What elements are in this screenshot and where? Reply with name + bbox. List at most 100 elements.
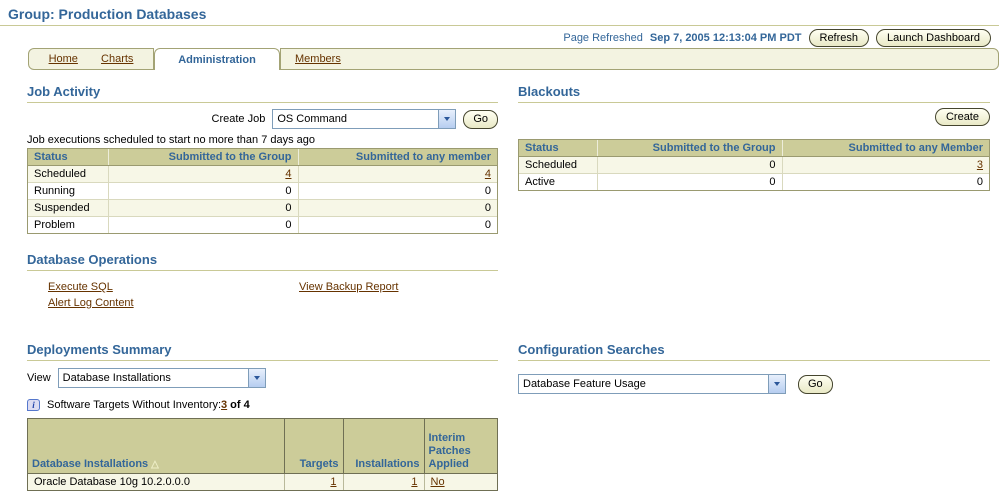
cell-installation-name: Oracle Database 10g 10.2.0.0.0 [28, 473, 284, 490]
cell-group-count: 0 [596, 173, 782, 190]
tab-bar-spacer [0, 48, 28, 70]
installations-count-link[interactable]: 1 [411, 476, 417, 488]
configuration-searches-section: Configuration Searches Database Feature … [518, 342, 990, 394]
tab-bar: Home Charts Administration Members [0, 48, 999, 70]
blackouts-create-row: Create [518, 108, 990, 126]
tab-members[interactable]: Members [295, 53, 341, 65]
cell-member-count: 0 [297, 182, 497, 200]
tab-administration-label: Administration [178, 53, 256, 66]
chevron-down-icon[interactable] [438, 110, 456, 128]
job-activity-title: Job Activity [27, 84, 498, 103]
view-row: View Database Installations [27, 368, 498, 388]
create-job-select[interactable]: OS Command [272, 109, 457, 129]
job-activity-section: Job Activity Create Job OS Command Go Jo… [27, 84, 498, 234]
page-refreshed-label: Page Refreshed [563, 32, 643, 44]
targets-count-link[interactable]: 1 [330, 476, 336, 488]
job-activity-table: Status Submitted to the Group Submitted … [27, 148, 498, 234]
scheduled-group-count-link[interactable]: 4 [285, 168, 291, 180]
configuration-search-go-button[interactable]: Go [798, 374, 833, 394]
deployments-col-name-sort[interactable]: Database Installations △ [28, 419, 284, 474]
job-col-member: Submitted to any member [297, 149, 497, 166]
database-operations-section: Database Operations Execute SQL Alert Lo… [27, 252, 498, 309]
configuration-searches-title: Configuration Searches [518, 342, 990, 361]
info-icon: i [27, 399, 40, 411]
deployments-col-name-label: Database Installations [32, 458, 149, 470]
cell-status: Problem [28, 216, 108, 233]
sort-asc-icon: △ [151, 459, 159, 470]
scheduled-member-count-link[interactable]: 4 [485, 168, 491, 180]
job-col-status: Status [28, 149, 108, 166]
configuration-search-selected-value: Database Feature Usage [523, 378, 646, 390]
cell-group-count: 0 [107, 182, 298, 200]
table-row: Active 0 0 [519, 173, 989, 190]
view-selected-value: Database Installations [62, 372, 171, 384]
cell-status: Scheduled [519, 156, 597, 174]
table-row: Problem 0 0 [28, 216, 497, 233]
job-col-group: Submitted to the Group [107, 149, 298, 166]
blackouts-table: Status Submitted to the Group Submitted … [518, 139, 990, 191]
blackouts-section: Blackouts Create Status Submitted to the… [518, 84, 990, 191]
create-job-go-button[interactable]: Go [463, 109, 498, 129]
inventory-label: Software Targets Without Inventory: [47, 399, 222, 411]
cell-status: Suspended [28, 199, 108, 217]
page-refreshed-time: Sep 7, 2005 12:13:04 PM PDT [649, 32, 802, 44]
chevron-down-icon-shape [774, 382, 780, 386]
table-row: Scheduled 4 4 [28, 165, 497, 183]
job-activity-caption: Job executions scheduled to start no mor… [27, 134, 316, 146]
scheduled-blackouts-member-link[interactable]: 3 [977, 159, 983, 171]
deployments-table: Database Installations △ Targets Installa… [27, 418, 498, 491]
tab-administration[interactable]: Administration [154, 48, 280, 70]
deployments-col-patches[interactable]: Interim Patches Applied [423, 419, 497, 474]
configuration-search-row: Database Feature Usage Go [518, 374, 990, 394]
blackouts-col-group: Submitted to the Group [596, 140, 782, 157]
create-job-selected-value: OS Command [277, 113, 348, 125]
page-title: Group: Production Databases [8, 6, 207, 22]
create-job-label: Create Job [211, 113, 266, 125]
table-row: Running 0 0 [28, 182, 497, 200]
tab-segment-left: Home Charts [28, 48, 154, 70]
cell-group-count: 0 [596, 156, 782, 174]
database-operations-links: Execute SQL Alert Log Content View Backu… [27, 281, 498, 309]
deployments-table-header-row: Database Installations △ Targets Installa… [28, 419, 497, 474]
cell-status: Active [519, 173, 597, 190]
create-job-row: Create Job OS Command Go [27, 109, 498, 129]
inventory-text: Software Targets Without Inventory:3 of 4 [47, 399, 250, 411]
cell-member-count: 0 [781, 173, 989, 190]
configuration-search-select[interactable]: Database Feature Usage [518, 374, 786, 394]
title-rule [0, 25, 999, 26]
refresh-button[interactable]: Refresh [808, 29, 870, 47]
deployments-summary-section: Deployments Summary View Database Instal… [27, 342, 498, 491]
view-select[interactable]: Database Installations [57, 368, 266, 388]
launch-dashboard-button[interactable]: Launch Dashboard [876, 29, 991, 47]
alert-log-content-link[interactable]: Alert Log Content [48, 297, 278, 309]
deployments-summary-title: Deployments Summary [27, 342, 498, 361]
chevron-down-icon[interactable] [768, 375, 785, 393]
tab-charts[interactable]: Charts [101, 53, 133, 65]
deployments-col-installations[interactable]: Installations [342, 419, 424, 474]
inventory-count-link[interactable]: 3 [221, 399, 227, 411]
job-table-header-row: Status Submitted to the Group Submitted … [28, 149, 497, 166]
refresh-row: Page Refreshed Sep 7, 2005 12:13:04 PM P… [563, 29, 991, 47]
chevron-down-icon-shape [253, 376, 260, 380]
create-blackout-button[interactable]: Create [934, 108, 990, 126]
execute-sql-link[interactable]: Execute SQL [48, 281, 278, 293]
blackouts-title: Blackouts [518, 84, 990, 103]
blackouts-col-status: Status [519, 140, 597, 157]
cell-status: Running [28, 182, 108, 200]
dbops-link-column-1: Execute SQL Alert Log Content [27, 281, 278, 309]
chevron-down-icon[interactable] [247, 369, 265, 387]
cell-status: Scheduled [28, 165, 108, 183]
tab-segment-right: Members [280, 48, 999, 70]
view-label: View [27, 372, 51, 384]
inventory-info-row: i Software Targets Without Inventory:3 of… [27, 399, 498, 411]
patches-applied-link[interactable]: No [431, 476, 445, 488]
dbops-link-column-2: View Backup Report [278, 281, 398, 309]
cell-group-count: 0 [107, 199, 298, 217]
view-backup-report-link[interactable]: View Backup Report [299, 281, 398, 293]
table-row: Scheduled 0 3 [519, 156, 989, 174]
tab-home[interactable]: Home [49, 53, 78, 65]
deployments-col-targets[interactable]: Targets [283, 419, 343, 474]
table-row: Suspended 0 0 [28, 199, 497, 217]
blackouts-col-member: Submitted to any Member [781, 140, 989, 157]
blackouts-table-header-row: Status Submitted to the Group Submitted … [519, 140, 989, 157]
